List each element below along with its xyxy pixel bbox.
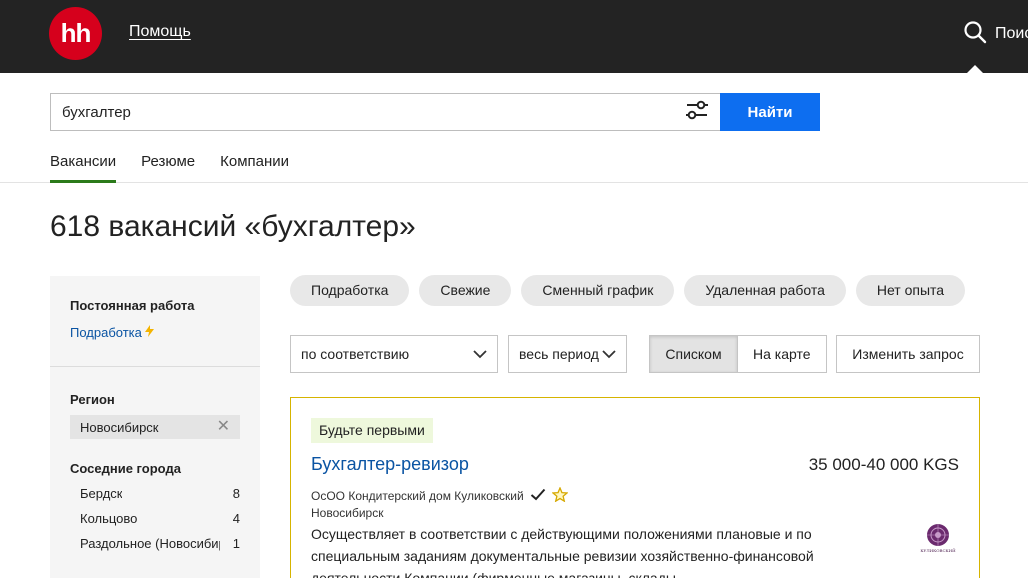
tab-resumes[interactable]: Резюме [141,153,195,183]
nearby-city-count: 4 [232,511,240,526]
quick-filters: Подработка Свежие Сменный график Удаленн… [290,275,966,306]
chevron-down-icon [602,346,616,362]
nearby-city-count: 1 [232,536,240,551]
verified-check-icon [530,488,546,504]
header-search-button[interactable]: Поиск [963,20,1028,49]
period-select[interactable]: весь период [508,335,627,373]
vacancy-title-link[interactable]: Бухгалтер-ревизор [311,454,469,475]
search-input[interactable] [50,93,720,131]
nearby-city-name: Кольцово [80,511,138,526]
company-logo[interactable]: КУЛИКОВСКИЙ [918,523,958,559]
nearby-city-row[interactable]: Раздольное (Новосибирск) 1 [70,531,240,556]
vacancy-salary: 35 000-40 000 KGS [808,455,959,474]
find-button[interactable]: Найти [720,93,820,131]
tab-vacancies[interactable]: Вакансии [50,153,117,183]
nearby-city-row[interactable]: Кольцово 4 [70,506,240,531]
lightning-icon [144,325,154,340]
region-heading: Регион [70,392,115,407]
nearby-city-name: Раздольное (Новосибирск) [80,536,220,551]
top-header: hh Помощь Поиск [0,0,1028,73]
vacancy-city: Новосибирск [311,506,384,520]
side-job-link[interactable]: Подработка [70,325,240,340]
sliders-icon [684,99,710,126]
period-select-value: весь период [519,346,599,362]
region-chip: Новосибирск ✕ [70,415,240,439]
close-icon[interactable]: ✕ [217,419,230,435]
advanced-search-toggle[interactable] [680,99,714,125]
view-toggle: Списком На карте [649,335,827,373]
company-logo-emblem-icon [927,524,949,546]
search-icon [963,20,987,49]
filters-sidebar: Постоянная работа Подработка Регион Ново… [50,276,260,578]
region-filter: Регион Новосибирск ✕ Соседние города Бер… [50,367,260,575]
region-chip-label: Новосибирск [80,419,159,435]
company-logo-text: КУЛИКОВСКИЙ [920,548,956,553]
chevron-down-icon [473,346,487,362]
quick-filter-no-experience[interactable]: Нет опыта [855,275,966,306]
company-row: ОсОО Кондитерский дом Куликовский [311,486,569,505]
sort-select[interactable]: по соответствию [290,335,498,373]
nearby-city-count: 8 [232,486,240,501]
header-search-label: Поиск [995,25,1028,42]
be-first-badge: Будьте первыми [311,418,433,443]
employment-filter: Постоянная работа Подработка [50,276,260,366]
header-notch [967,65,983,73]
company-name-link[interactable]: ОсОО Кондитерский дом Куликовский [311,489,524,503]
quick-filter-side-job[interactable]: Подработка [290,275,410,306]
sort-select-value: по соответствию [301,346,410,362]
nearby-heading: Соседние города [70,461,181,476]
view-map-button[interactable]: На карте [738,336,826,372]
quick-filter-shift[interactable]: Сменный график [521,275,675,306]
tab-companies[interactable]: Компании [220,153,289,183]
help-link[interactable]: Помощь [129,23,191,41]
nearby-city-row[interactable]: Бердск 8 [70,481,240,506]
hh-logo[interactable]: hh [49,7,102,60]
employment-heading: Постоянная работа [70,298,195,313]
quick-filter-fresh[interactable]: Свежие [419,275,512,306]
vacancy-description: Осуществляет в соответствии с действующи… [311,526,814,578]
nearby-city-name: Бердск [80,486,123,501]
search-zone: Найти Вакансии Резюме Компании [0,73,1028,183]
side-job-label: Подработка [70,325,142,340]
quick-filter-remote[interactable]: Удаленная работа [684,275,846,306]
view-list-button[interactable]: Списком [650,336,738,372]
main-tabs: Вакансии Резюме Компании [50,153,289,183]
star-icon [551,486,569,505]
edit-query-button[interactable]: Изменить запрос [836,335,980,373]
vacancy-card: Будьте первыми Бухгалтер-ревизор 35 000-… [290,397,980,578]
page-title: 618 вакансий «бухгалтер» [50,210,416,243]
